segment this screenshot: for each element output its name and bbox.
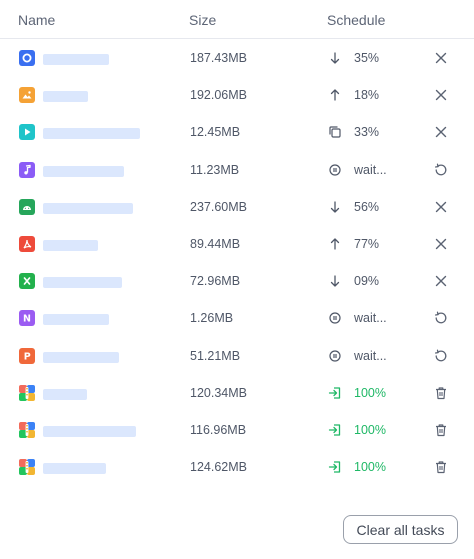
task-progress: 77% [354, 237, 380, 251]
task-progress: wait... [354, 311, 387, 326]
excel-icon [19, 273, 35, 290]
svg-text:N: N [23, 314, 31, 325]
clear-all-tasks-button[interactable]: Clear all tasks [343, 515, 458, 544]
close-icon[interactable] [433, 50, 449, 66]
table-header: Name Size Schedule [0, 0, 474, 39]
column-header-schedule: Schedule [327, 12, 386, 28]
onenote-icon: N [19, 310, 35, 327]
task-progress: wait... [354, 348, 387, 363]
file-size: 89.44MB [190, 237, 241, 251]
upload-icon [327, 236, 343, 252]
file-name-placeholder [43, 54, 109, 65]
task-row: 237.60MB 56% [0, 188, 474, 225]
download-icon [327, 199, 343, 215]
download-icon [327, 273, 343, 289]
file-size: 187.43MB [190, 51, 247, 65]
android-icon [19, 198, 35, 215]
task-row: P 51.21MB wait... [0, 337, 474, 374]
archive-icon [19, 459, 35, 476]
copy-icon [327, 124, 343, 140]
file-size: 72.96MB [190, 274, 241, 289]
upload-icon [327, 87, 343, 103]
task-progress: 33% [354, 125, 380, 140]
task-progress: 09% [354, 274, 380, 289]
download-icon [327, 50, 343, 66]
file-size: 51.21MB [190, 348, 241, 363]
task-row: 187.43MB 35% [0, 39, 474, 76]
task-progress: 100% [354, 423, 386, 437]
task-progress: 100% [354, 385, 386, 400]
file-name-placeholder [43, 240, 98, 251]
task-progress: 18% [354, 88, 380, 103]
image-icon [19, 87, 35, 104]
powerpoint-icon: P [19, 347, 35, 364]
task-row: 11.23MB wait... [0, 151, 474, 188]
file-size: 124.62MB [190, 460, 247, 475]
file-size: 120.34MB [190, 385, 247, 400]
task-progress: 56% [354, 199, 380, 214]
file-size: 237.60MB [190, 199, 247, 214]
svg-text:P: P [24, 351, 31, 362]
task-row: 116.96MB 100% [0, 411, 474, 448]
file-name-placeholder [43, 91, 88, 103]
delete-icon[interactable] [433, 459, 449, 475]
column-header-size: Size [189, 12, 217, 28]
close-icon[interactable] [433, 87, 449, 103]
file-name-placeholder [43, 314, 109, 326]
pause-icon [327, 310, 343, 326]
close-icon[interactable] [433, 273, 449, 289]
file-name-placeholder [43, 202, 133, 214]
complete-icon [327, 422, 343, 438]
retry-icon[interactable] [433, 348, 449, 364]
file-name-placeholder [43, 165, 124, 177]
file-name-placeholder [43, 426, 136, 437]
close-icon[interactable] [433, 124, 449, 140]
archive-icon [19, 422, 35, 438]
column-header-name: Name [18, 12, 56, 28]
task-progress: wait... [354, 162, 387, 177]
disc-icon [19, 50, 35, 66]
retry-icon[interactable] [433, 162, 449, 178]
file-size: 1.26MB [190, 311, 234, 326]
archive-icon [19, 384, 35, 401]
task-row: 192.06MB 18% [0, 76, 474, 113]
task-row: 89.44MB 77% [0, 225, 474, 262]
file-size: 192.06MB [190, 88, 247, 103]
task-row: 124.62MB 100% [0, 448, 474, 485]
file-name-placeholder [43, 128, 140, 140]
complete-icon [327, 385, 343, 401]
task-row: N 1.26MB wait... [0, 299, 474, 336]
task-progress: 35% [354, 51, 380, 65]
close-icon[interactable] [433, 236, 449, 252]
file-name-placeholder [43, 388, 87, 400]
file-name-placeholder [43, 463, 106, 475]
delete-icon[interactable] [433, 385, 449, 401]
retry-icon[interactable] [433, 310, 449, 326]
video-icon [19, 124, 35, 141]
complete-icon [327, 459, 343, 475]
download-task-panel: Name Size Schedule 187.43MB 35% 192.06MB 18… [0, 0, 474, 559]
file-name-placeholder [43, 351, 119, 363]
close-icon[interactable] [433, 199, 449, 215]
delete-icon[interactable] [433, 422, 449, 438]
pause-icon [327, 162, 343, 178]
task-row: 120.34MB 100% [0, 374, 474, 411]
music-icon [19, 161, 35, 178]
task-row: 12.45MB 33% [0, 113, 474, 150]
task-row: 72.96MB 09% [0, 262, 474, 299]
pause-icon [327, 348, 343, 364]
file-size: 116.96MB [190, 423, 247, 437]
file-size: 11.23MB [190, 162, 240, 177]
task-progress: 100% [354, 460, 386, 475]
file-size: 12.45MB [190, 125, 241, 140]
file-name-placeholder [43, 277, 122, 289]
pdf-icon [19, 236, 35, 252]
